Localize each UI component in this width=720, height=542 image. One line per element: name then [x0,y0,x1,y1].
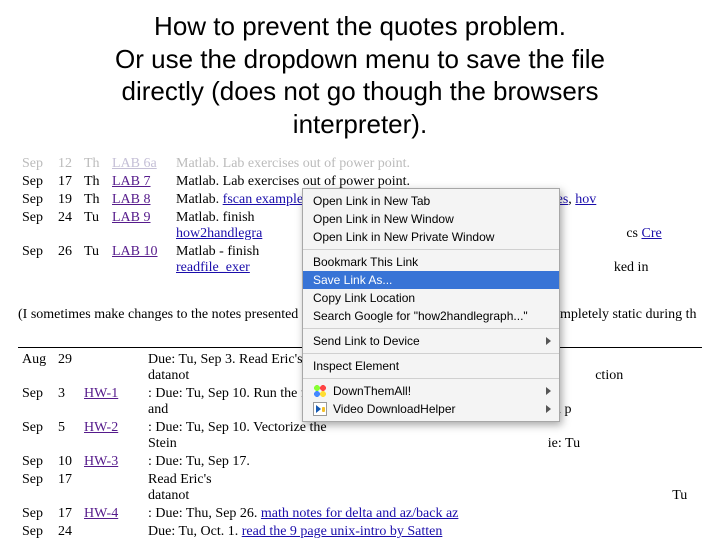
context-menu-item[interactable]: DownThemAll! [303,382,559,400]
inline-link[interactable]: how2handlegra [176,226,262,241]
inline-link[interactable]: fscan examples [223,192,309,207]
title-line-3: directly (does not go though the browser… [30,75,690,108]
context-menu-item[interactable]: Search Google for "how2handlegraph..." [303,307,559,325]
context-menu-item[interactable]: Copy Link Location [303,289,559,307]
context-menu-item[interactable]: Open Link in New Tab [303,192,559,210]
slide-title: How to prevent the quotes problem. Or us… [0,0,720,154]
table-row: Sep 17 HW-4 : Due: Thu, Sep 26. math not… [20,506,700,522]
submenu-arrow-icon [546,387,551,395]
lab-link[interactable]: LAB 10 [112,244,158,259]
context-menu-label: Bookmark This Link [313,255,418,269]
lab-link[interactable]: LAB 7 [112,174,151,189]
context-menu-item[interactable]: Bookmark This Link [303,253,559,271]
inline-link[interactable]: readfile_exer [176,260,250,275]
title-line-4: interpreter). [30,108,690,141]
context-menu-item[interactable]: Save Link As... [303,271,559,289]
context-menu-item[interactable]: Send Link to Device [303,332,559,350]
context-menu-label: Send Link to Device [313,334,420,348]
lab-link[interactable]: LAB 9 [112,210,151,225]
context-menu-label: Save Link As... [313,273,392,287]
inline-link[interactable]: read the 9 page unix-intro by Satten [242,524,443,539]
lab-link[interactable]: LAB 8 [112,192,151,207]
context-menu-label: Copy Link Location [313,291,415,305]
context-menu-item[interactable]: Video DownloadHelper [303,400,559,418]
context-menu-label: Open Link in New Tab [313,194,430,208]
context-menu-label: Open Link in New Window [313,212,454,226]
table-row: Sep 24 Due: Tu, Oct. 1. read the 9 page … [20,524,700,540]
submenu-arrow-icon [546,337,551,345]
vdh-icon [313,402,327,416]
submenu-arrow-icon [546,405,551,413]
hw-link[interactable]: HW-2 [84,420,118,435]
hw-link[interactable]: HW-4 [84,506,118,521]
table-row: Sep 12 Th LAB 6a Matlab. Lab exercises o… [20,156,700,172]
dta-icon [313,384,327,398]
context-menu-separator [303,249,559,250]
context-menu-separator [303,328,559,329]
context-menu-item[interactable]: Open Link in New Window [303,210,559,228]
title-line-1: How to prevent the quotes problem. [30,10,690,43]
context-menu: Open Link in New Tab Open Link in New Win… [302,188,560,422]
table-row: Sep 10 HW-3 : Due: Tu, Sep 17. [20,454,700,470]
context-menu-item[interactable]: Open Link in New Private Window [303,228,559,246]
lab-link[interactable]: LAB 6a [112,156,157,171]
context-menu-label: Search Google for "how2handlegraph..." [313,309,528,323]
context-menu-separator [303,378,559,379]
context-menu-item[interactable]: Inspect Element [303,357,559,375]
table-row: Sep 5 HW-2 : Due: Tu, Sep 10. Vectorize … [20,420,700,452]
hw-link[interactable]: HW-1 [84,386,118,401]
context-menu-separator [303,353,559,354]
inline-link[interactable]: Cre [641,226,661,241]
context-menu-label: Video DownloadHelper [333,402,456,416]
context-menu-label: DownThemAll! [333,384,411,398]
title-line-2: Or use the dropdown menu to save the fil… [30,43,690,76]
context-menu-label: Open Link in New Private Window [313,230,494,244]
schedule-screenshot: Sep 12 Th LAB 6a Matlab. Lab exercises o… [0,154,720,542]
inline-link[interactable]: hov [575,192,596,207]
table-row: Sep 17 Read Eric's datanotxxxxxxxxxxxxxx… [20,472,700,504]
context-menu-label: Inspect Element [313,359,399,373]
hw-link[interactable]: HW-3 [84,454,118,469]
inline-link[interactable]: math notes for delta and az/back az [261,506,458,521]
